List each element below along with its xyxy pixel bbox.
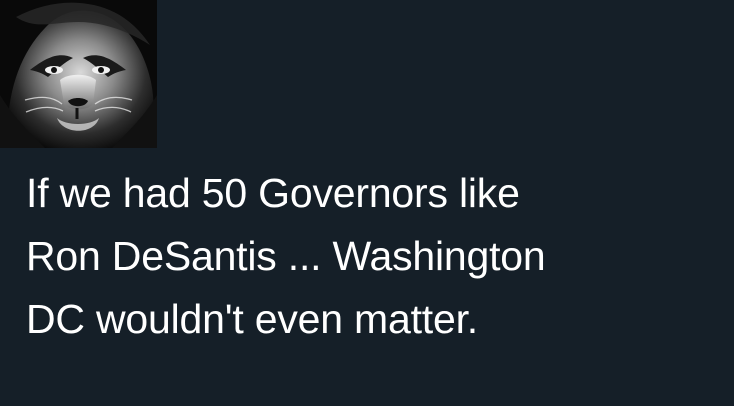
post-text-line-3: DC wouldn't even matter. [26,296,478,342]
post-text-line-1: If we had 50 Governors like [26,170,520,216]
post-text-line-2: Ron DeSantis ... Washington [26,233,546,279]
lion-face-icon [0,0,157,148]
avatar[interactable] [0,0,157,148]
post-card: If we had 50 Governors like Ron DeSantis… [0,0,734,406]
post-text: If we had 50 Governors like Ron DeSantis… [26,162,726,351]
